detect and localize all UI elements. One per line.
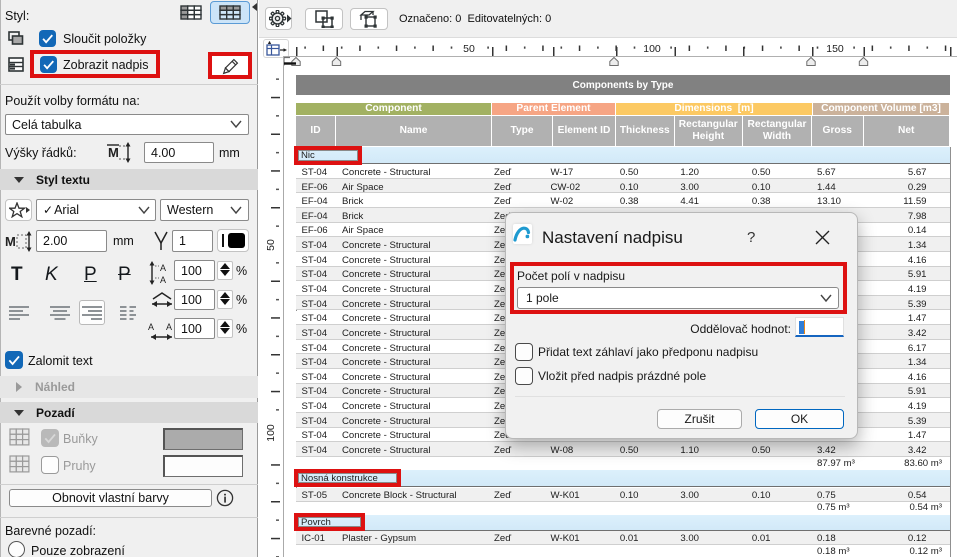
svg-text:50: 50 [265,239,277,251]
svg-text:100: 100 [265,424,277,442]
